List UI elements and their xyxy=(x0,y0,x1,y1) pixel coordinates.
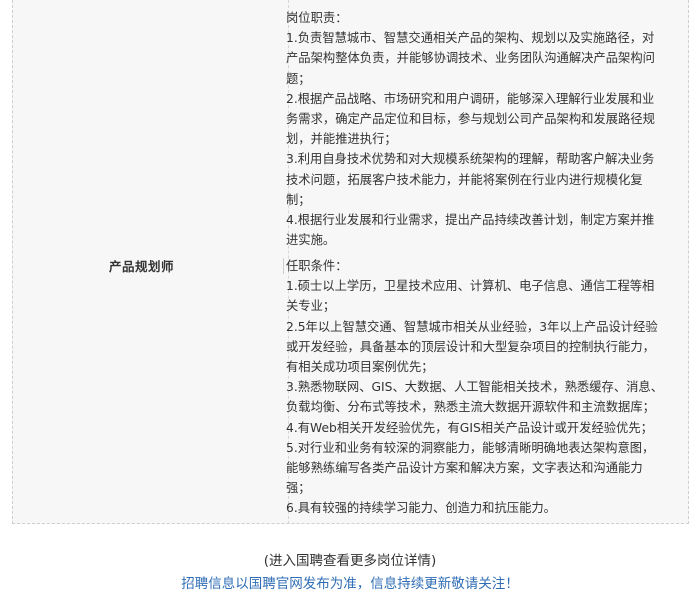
requirement-line: 关专业； xyxy=(286,299,336,314)
duty-line: 务需求，确定产品定位和目标，参与规划公司产品架构和发展路径规 xyxy=(286,111,655,126)
duty-line: 产品架构整体负责，并能够协调技术、业务团队沟通解决产品架构问 xyxy=(286,51,655,66)
duty-line: 进实施。 xyxy=(286,233,336,248)
duty-line: 题； xyxy=(286,71,311,86)
requirement-line: 任职条件： xyxy=(286,259,348,273)
duty-line: 3.利用自身技术优势和对大规模系统架构的理解，帮助客户解决业务 xyxy=(286,152,655,167)
job-duties: 岗位职责： 1.负责智慧城市、智慧交通相关产品的架构、规划以及实施路径，对 产品… xyxy=(286,8,676,250)
job-requirements: 任职条件： 1.硕士以上学历，卫星技术应用、计算机、电子信息、通信工程等相 关专… xyxy=(286,256,676,518)
requirement-line: 3.熟悉物联网、GIS、大数据、人工智能相关技术，熟悉缓存、消息、 xyxy=(286,380,664,395)
duty-line: 技术问题，拓展客户技术能力，并能将案例在行业内进行规模化复 xyxy=(286,172,643,187)
duty-line: 4.根据行业发展和行业需求，提出产品持续改善计划，制定方案并推 xyxy=(286,212,655,227)
requirement-line: 强； xyxy=(286,481,311,496)
more-jobs-link[interactable]: (进入国聘查看更多岗位详情) xyxy=(0,549,700,569)
requirement-line: 4.有Web相关开发经验优先，有GIS相关产品设计或开发经验优先； xyxy=(286,420,653,435)
duty-line: 岗位职责： xyxy=(286,11,348,25)
requirement-line: 2.5年以上智慧交通、智慧城市相关从业经验，3年以上产品设计经验 xyxy=(286,319,658,334)
duty-line: 划，并能推进执行； xyxy=(286,132,397,147)
requirement-line: 1.硕士以上学历，卫星技术应用、计算机、电子信息、通信工程等相 xyxy=(286,279,655,294)
requirement-line: 能够熟练编写各类产品设计方案和解决方案，文字表达和沟通能力 xyxy=(286,460,643,475)
requirement-line: 或开发经验，具备基本的顶层设计和大型复杂项目的控制执行能力， xyxy=(286,339,655,354)
duty-line: 制； xyxy=(286,192,311,207)
duty-line: 1.负责智慧城市、智慧交通相关产品的架构、规划以及实施路径，对 xyxy=(286,31,655,46)
position-name: 产品规划师 xyxy=(109,259,175,274)
requirement-line: 负载均衡、分布式等技术，熟悉主流大数据开源软件和主流数据库； xyxy=(286,400,655,415)
requirement-line: 5.对行业和业务有较深的洞察能力，能够清晰明确地表达架构意图， xyxy=(286,440,655,455)
duty-line: 2.根据产品战略、市场研究和用户调研，能够深入理解行业发展和业 xyxy=(286,91,655,106)
section-marker xyxy=(283,258,284,274)
recruitment-notice: 招聘信息以国聘官网发布为准，信息持续更新敬请关注！ xyxy=(181,576,519,592)
requirement-line: 有相关成功项目案例优先； xyxy=(286,359,434,374)
requirement-line: 6.具有较强的持续学习能力、创造力和抗压能力。 xyxy=(286,501,556,516)
